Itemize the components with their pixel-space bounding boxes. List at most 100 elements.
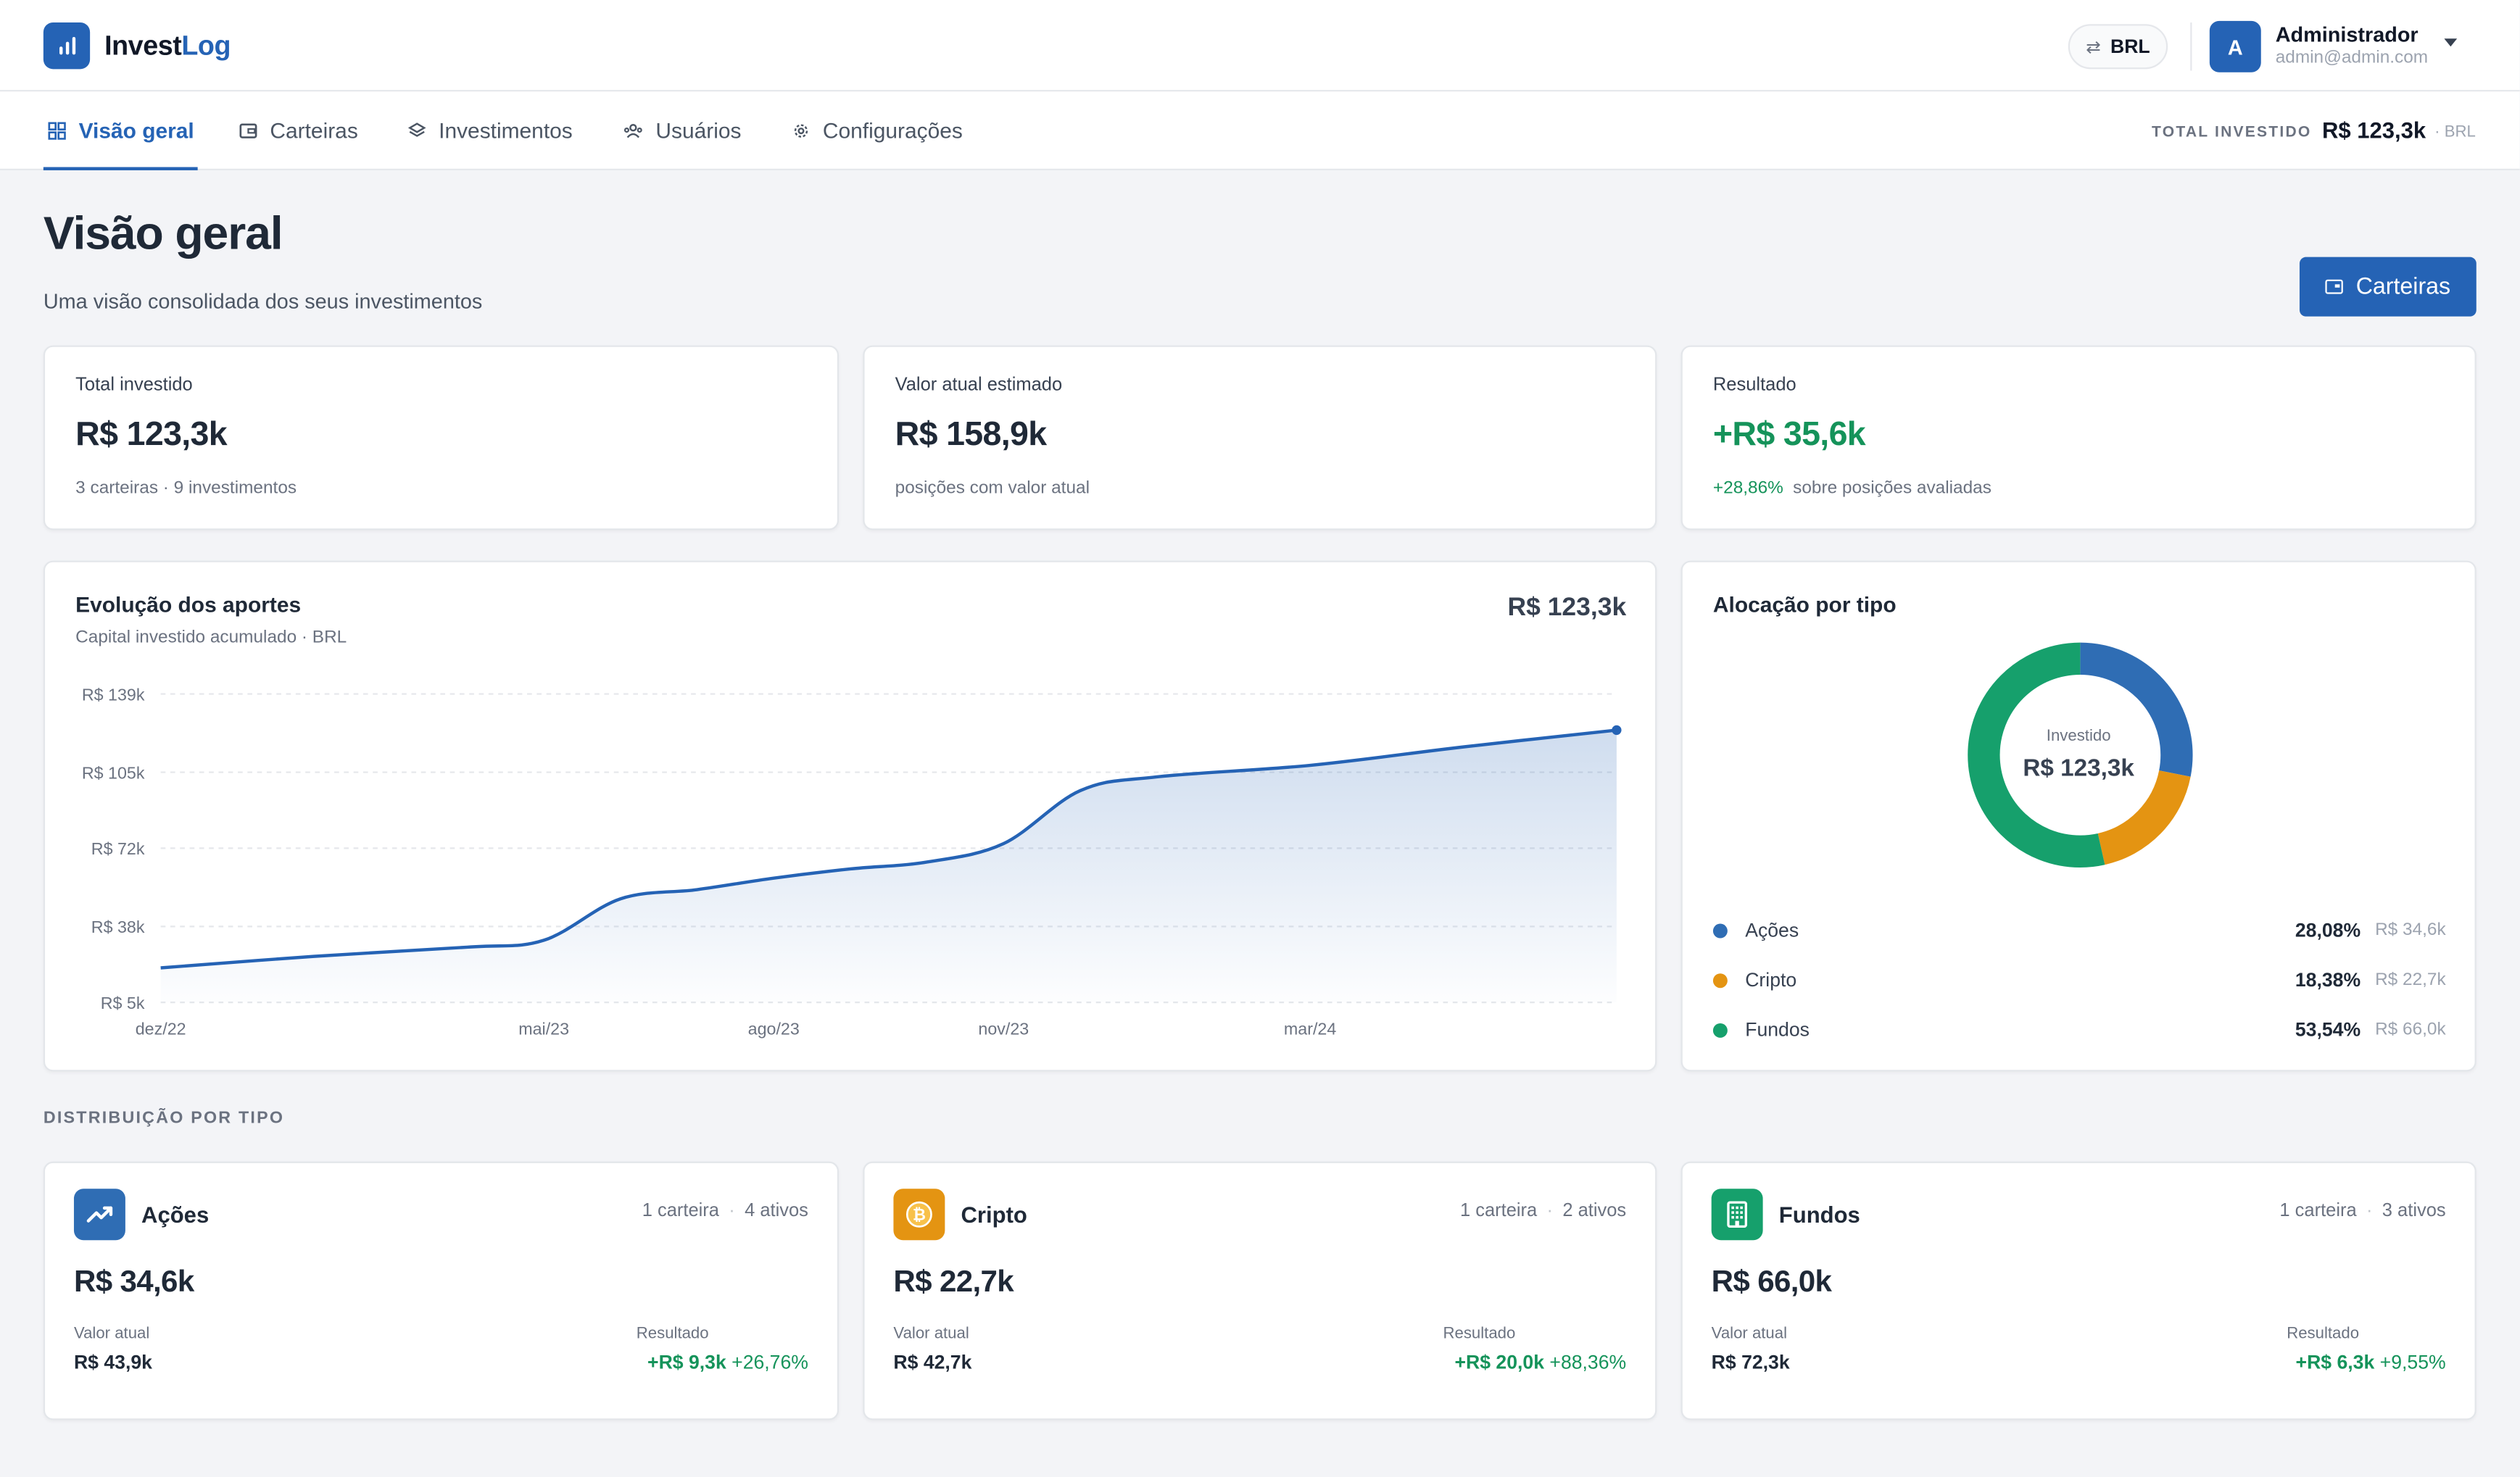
bar-chart-icon[interactable] (43, 22, 91, 70)
app-root: InvestLog ⇄ BRL A Administrador admin@ad… (0, 0, 2520, 1476)
section-label: DISTRIBUIÇÃO POR TIPO (43, 1108, 285, 1128)
y-tick-label: R$ 5k (101, 994, 145, 1012)
chevron-down-icon[interactable] (2444, 38, 2458, 47)
tab-label: Carteiras (270, 119, 358, 143)
type-meta: 1 carteira · 3 ativos (2279, 1202, 2446, 1221)
page-title: Visão geral (43, 209, 283, 261)
result-value: +R$ 9,3k +26,76% (647, 1351, 808, 1373)
current-label: Valor atual (73, 1325, 150, 1344)
legend-name: Cripto (1745, 968, 1797, 991)
donut-center-value: R$ 123,3k (2023, 754, 2134, 783)
kpi-foot: +28,86% sobre posições avaliadas (1713, 479, 1991, 499)
tab-label: Usuários (655, 119, 742, 143)
top-bar: InvestLog ⇄ BRL A Administrador admin@ad… (0, 0, 2520, 92)
kpi-foot: posições com valor atual (895, 478, 1090, 499)
type-value: R$ 22,7k (893, 1265, 1014, 1300)
kpi-foot-pct: +28,86% (1712, 478, 1783, 499)
legend-dot (1712, 923, 1728, 938)
legend-dot (1712, 1022, 1728, 1037)
result-label: Resultado (1443, 1325, 1516, 1344)
result-amount: +R$ 9,3k (647, 1351, 726, 1374)
bitcoin-icon: ₿ (893, 1189, 945, 1241)
total-invested-label: TOTAL INVESTIDO (2152, 123, 2312, 142)
type-value: R$ 34,6k (73, 1265, 194, 1300)
currency-label: BRL (2110, 35, 2150, 58)
tab-carteiras[interactable]: Carteiras (238, 91, 358, 170)
type-wallets: 1 carteira (642, 1202, 719, 1221)
y-tick-label: R$ 38k (91, 918, 145, 936)
main-nav: Visão geral Carteiras Investimentos Usuá… (0, 91, 2520, 170)
legend-item-fundos[interactable]: Fundos 53,54% R$ 66,0k (1712, 1017, 2446, 1042)
type-wallets: 1 carteira (1459, 1202, 1538, 1221)
current-value: R$ 42,7k (893, 1351, 972, 1374)
type-wallets: 1 carteira (2279, 1202, 2357, 1221)
legend-value: R$ 34,6k (2375, 920, 2446, 940)
brand-name[interactable]: InvestLog (104, 30, 231, 62)
kpi-card-resultado: Resultado +R$ 35,6k +28,86% sobre posiçõe… (1680, 345, 2477, 531)
swap-icon: ⇄ (2086, 38, 2101, 57)
kpi-foot-text: sobre posições avaliadas (1793, 478, 1991, 499)
legend-dot (1712, 973, 1728, 988)
layers-icon (407, 121, 426, 141)
tab-label: Visão geral (78, 119, 194, 143)
carteiras-button[interactable]: Carteiras (2299, 257, 2477, 317)
type-meta: 1 carteira · 2 ativos (1459, 1202, 1627, 1221)
legend-pct: 53,54% (2295, 1018, 2361, 1041)
type-name: Ações (141, 1202, 210, 1228)
evolution-chart-card: Evolução dos aportes Capital investido a… (43, 560, 1657, 1072)
current-label: Valor atual (1711, 1325, 1788, 1344)
kpi-value: R$ 158,9k (895, 416, 1048, 454)
trending-up-icon (73, 1189, 125, 1241)
y-tick-label: R$ 105k (82, 763, 145, 782)
brand-name-part2: Log (181, 30, 231, 62)
result-value: +R$ 20,0k +88,36% (1455, 1351, 1627, 1373)
x-tick-label: mai/23 (518, 1019, 569, 1038)
tab-configuracoes[interactable]: Configurações (791, 91, 963, 170)
header-divider (2190, 22, 2192, 71)
user-email: admin@admin.com (2275, 48, 2429, 68)
legend-name: Ações (1745, 918, 1799, 941)
type-name: Fundos (1778, 1202, 1860, 1228)
type-name: Cripto (961, 1202, 1027, 1228)
type-assets: 4 ativos (745, 1202, 808, 1221)
wallet-icon (238, 121, 257, 141)
result-amount: +R$ 6,3k (2295, 1351, 2375, 1374)
type-meta: 1 carteira · 4 ativos (642, 1202, 808, 1221)
kpi-value: R$ 123,3k (75, 416, 228, 454)
grid-icon (46, 121, 66, 141)
current-label: Valor atual (893, 1325, 969, 1344)
total-invested-currency: · BRL (2434, 123, 2476, 142)
avatar[interactable]: A (2209, 20, 2261, 72)
chart-end-point[interactable] (1612, 725, 1622, 736)
result-value: +R$ 6,3k +9,55% (2296, 1351, 2446, 1373)
gear-icon (791, 121, 811, 141)
kpi-label: Resultado (1712, 375, 1796, 396)
kpi-label: Valor atual estimado (895, 375, 1063, 396)
user-name[interactable]: Administrador (2276, 22, 2419, 46)
legend-pct: 18,38% (2295, 968, 2361, 991)
wallet-icon (2325, 279, 2343, 294)
svg-text:₿: ₿ (913, 1206, 926, 1224)
currency-toggle-button[interactable]: ⇄ BRL (2068, 24, 2168, 70)
result-pct: +26,76% (731, 1351, 808, 1374)
type-card-fundos[interactable]: Fundos 1 carteira · 3 ativos R$ 66,0k Valo… (1680, 1161, 2477, 1420)
total-invested-value: R$ 123,3k (2321, 117, 2426, 143)
result-label: Resultado (2287, 1325, 2360, 1344)
legend-item-cripto[interactable]: Cripto 18,38% R$ 22,7k (1712, 967, 2446, 992)
tab-label: Investimentos (439, 119, 573, 143)
allocation-card: Alocação por tipo Investido R$ 123,3k Aç… (1680, 560, 2477, 1072)
legend-item-acoes[interactable]: Ações 28,08% R$ 34,6k (1712, 918, 2446, 943)
type-card-cripto[interactable]: ₿ Cripto 1 carteira · 2 ativos R$ 22,7k Va… (863, 1161, 1657, 1420)
donut-center-label: Investido (2046, 728, 2111, 746)
tab-investimentos[interactable]: Investimentos (407, 91, 573, 170)
type-card-acoes[interactable]: Ações 1 carteira · 4 ativos R$ 34,6k Valor… (43, 1161, 840, 1420)
y-tick-label: R$ 139k (82, 685, 145, 704)
result-label: Resultado (636, 1325, 709, 1344)
result-pct: +9,55% (2379, 1351, 2446, 1374)
tab-usuarios[interactable]: Usuários (623, 91, 741, 170)
legend-pct: 28,08% (2295, 918, 2361, 941)
x-tick-label: nov/23 (978, 1019, 1029, 1038)
tab-label: Configurações (822, 119, 963, 143)
tab-visao-geral[interactable]: Visão geral (43, 91, 197, 170)
kpi-value: +R$ 35,6k (1712, 416, 1866, 454)
